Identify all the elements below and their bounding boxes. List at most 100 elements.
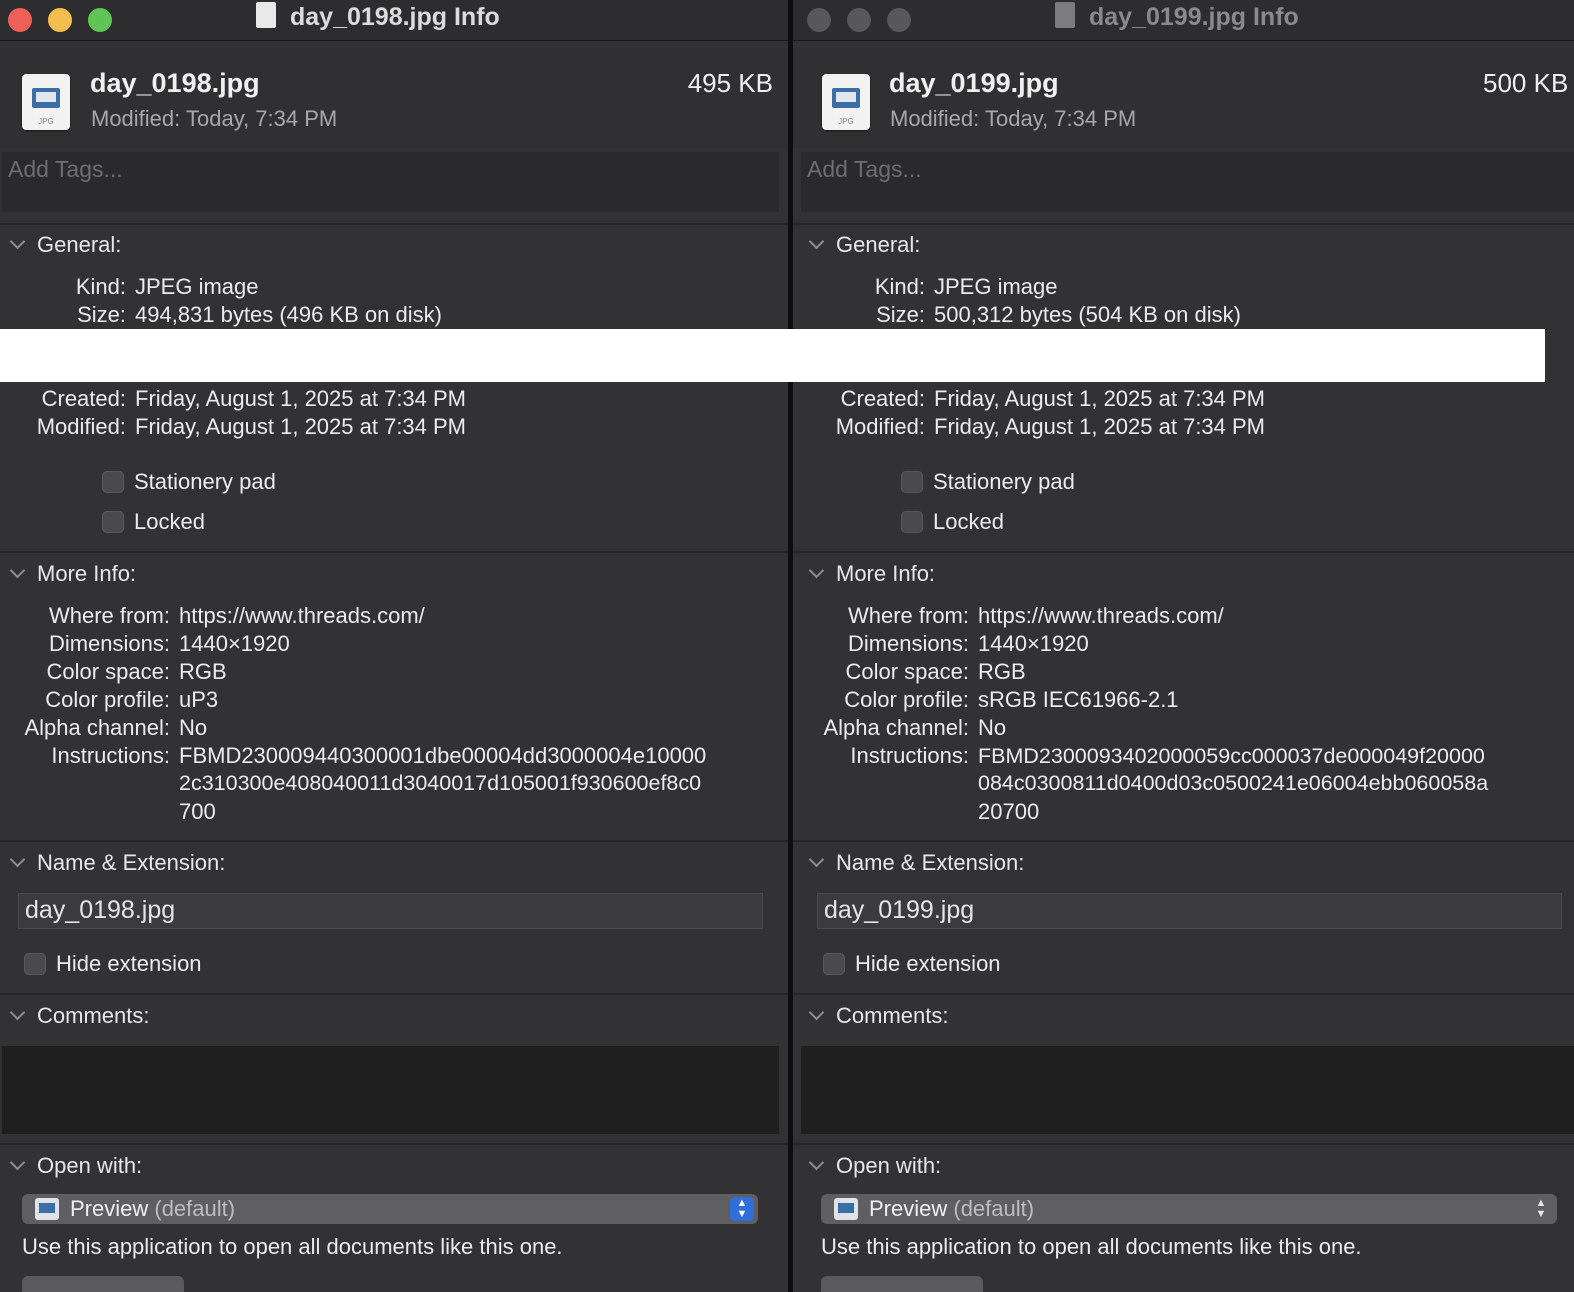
divider [793, 551, 1574, 553]
stationery-pad-checkbox[interactable] [102, 471, 124, 493]
info-window-right: day_0199.jpg Info JPG day_0199.jpg Modif… [793, 0, 1574, 1292]
general-section-toggle[interactable]: General: [808, 232, 920, 258]
chevron-down-icon [808, 851, 825, 868]
locked-checkbox[interactable] [901, 511, 923, 533]
file-name: day_0198.jpg [90, 68, 260, 98]
popup-stepper-icon: ▲ ▼ [730, 1197, 754, 1221]
file-size: 500 KB [1483, 68, 1569, 98]
created-label: Created: [840, 386, 925, 411]
open-with-popup[interactable]: Preview (default) ▲ ▼ [22, 1194, 758, 1224]
more-info-section-toggle[interactable]: More Info: [9, 561, 136, 587]
divider [793, 223, 1574, 225]
open-with-section-toggle[interactable]: Open with: [808, 1153, 941, 1179]
name-extension-section-toggle[interactable]: Name & Extension: [808, 850, 1024, 876]
chevron-down-icon [9, 233, 26, 250]
dimensions-value: 1440×1920 [179, 631, 290, 656]
document-icon [1055, 2, 1075, 29]
hide-extension-checkbox[interactable] [24, 953, 46, 975]
popup-stepper-icon: ▲ ▼ [1535, 1197, 1547, 1220]
file-header: JPG day_0198.jpg Modified: Today, 7:34 P… [0, 48, 789, 148]
preview-app-icon [35, 1198, 59, 1220]
size-value: 494,831 bytes (496 KB on disk) [135, 302, 442, 327]
alpha-channel-value: No [978, 715, 1007, 740]
default-label: (default) [154, 1196, 236, 1221]
stationery-pad-label: Stationery pad [134, 469, 276, 494]
modified-value: Today, 7:34 PM [985, 106, 1137, 131]
divider [793, 840, 1574, 842]
name-extension-section-toggle[interactable]: Name & Extension: [9, 850, 225, 876]
more-info-section-toggle[interactable]: More Info: [808, 561, 935, 587]
title-bar[interactable]: day_0198.jpg Info [0, 0, 789, 41]
minimize-button[interactable] [48, 8, 72, 32]
general-section-toggle[interactable]: General: [9, 232, 121, 258]
color-profile-label: Color profile: [45, 687, 170, 712]
where-from-value: https://www.threads.com/ [978, 603, 1224, 628]
color-profile-value: uP3 [179, 687, 219, 712]
color-space-value: RGB [978, 659, 1026, 684]
title-bar[interactable]: day_0199.jpg Info [793, 0, 1574, 41]
comments-section-toggle[interactable]: Comments: [808, 1003, 948, 1029]
tags-field[interactable]: Add Tags... [801, 152, 1574, 212]
modified-date-value: Friday, August 1, 2025 at 7:34 PM [135, 414, 467, 439]
created-value: Friday, August 1, 2025 at 7:34 PM [934, 386, 1266, 411]
divider [0, 1143, 789, 1145]
color-space-value: RGB [179, 659, 227, 684]
chevron-down-icon [9, 1004, 26, 1021]
comments-section-toggle[interactable]: Comments: [9, 1003, 149, 1029]
alpha-channel-label: Alpha channel: [823, 715, 969, 740]
modified-value: Today, 7:34 PM [186, 106, 338, 131]
close-button[interactable] [807, 8, 831, 32]
default-label: (default) [953, 1196, 1035, 1221]
name-extension-input[interactable]: day_0198.jpg [18, 893, 763, 929]
file-header: JPG day_0199.jpg Modified: Today, 7:34 P… [793, 48, 1574, 148]
open-with-help-text: Use this application to open all documen… [22, 1234, 563, 1259]
chevron-down-icon [808, 562, 825, 579]
color-profile-label: Color profile: [844, 687, 969, 712]
dimensions-value: 1440×1920 [978, 631, 1089, 656]
chevron-down-icon [9, 1154, 26, 1171]
minimize-button[interactable] [847, 8, 871, 32]
redaction-bar [0, 329, 1545, 382]
dimensions-label: Dimensions: [48, 631, 170, 656]
change-all-button[interactable] [821, 1276, 983, 1292]
app-name: Preview [869, 1196, 948, 1221]
locked-checkbox[interactable] [102, 511, 124, 533]
modified-label: Modified: [890, 106, 980, 131]
where-from-label: Where from: [48, 603, 170, 628]
dimensions-label: Dimensions: [847, 631, 969, 656]
open-with-section-toggle[interactable]: Open with: [9, 1153, 142, 1179]
color-profile-value: sRGB IEC61966-2.1 [978, 687, 1179, 712]
zoom-button[interactable] [887, 8, 911, 32]
modified-date-label: Modified: [835, 414, 925, 439]
comments-field[interactable] [801, 1046, 1574, 1134]
comments-field[interactable] [2, 1046, 779, 1134]
info-window-left: day_0198.jpg Info JPG day_0198.jpg Modif… [0, 0, 789, 1292]
name-extension-input[interactable]: day_0199.jpg [817, 893, 1562, 929]
app-name: Preview [70, 1196, 149, 1221]
modified-date-value: Friday, August 1, 2025 at 7:34 PM [934, 414, 1266, 439]
zoom-button[interactable] [88, 8, 112, 32]
locked-label: Locked [134, 509, 205, 534]
change-all-button[interactable] [22, 1276, 184, 1292]
instructions-line: FBMD230009440300001dbe00004dd3000004e100… [179, 743, 707, 768]
window-title: day_0199.jpg Info [1089, 3, 1299, 31]
locked-label: Locked [933, 509, 1004, 534]
stationery-pad-checkbox[interactable] [901, 471, 923, 493]
chevron-down-icon [808, 1154, 825, 1171]
where-from-label: Where from: [847, 603, 969, 628]
modified-date-label: Modified: [36, 414, 126, 439]
chevron-down-icon [808, 233, 825, 250]
file-name: day_0199.jpg [889, 68, 1059, 98]
tags-field[interactable]: Add Tags... [2, 152, 779, 212]
file-size: 495 KB [687, 68, 773, 98]
open-with-help-text: Use this application to open all documen… [821, 1234, 1362, 1259]
modified-label: Modified: [91, 106, 181, 131]
close-button[interactable] [8, 8, 32, 32]
open-with-popup[interactable]: Preview (default) ▲ ▼ [821, 1194, 1557, 1224]
hide-extension-checkbox[interactable] [823, 953, 845, 975]
instructions-line: 20700 [978, 799, 1040, 824]
hide-extension-label: Hide extension [855, 951, 1001, 976]
created-value: Friday, August 1, 2025 at 7:34 PM [135, 386, 467, 411]
window-title: day_0198.jpg Info [290, 3, 500, 31]
instructions-line: 084c0300811d0400d03c0500241e06004ebb0600… [978, 771, 1489, 795]
